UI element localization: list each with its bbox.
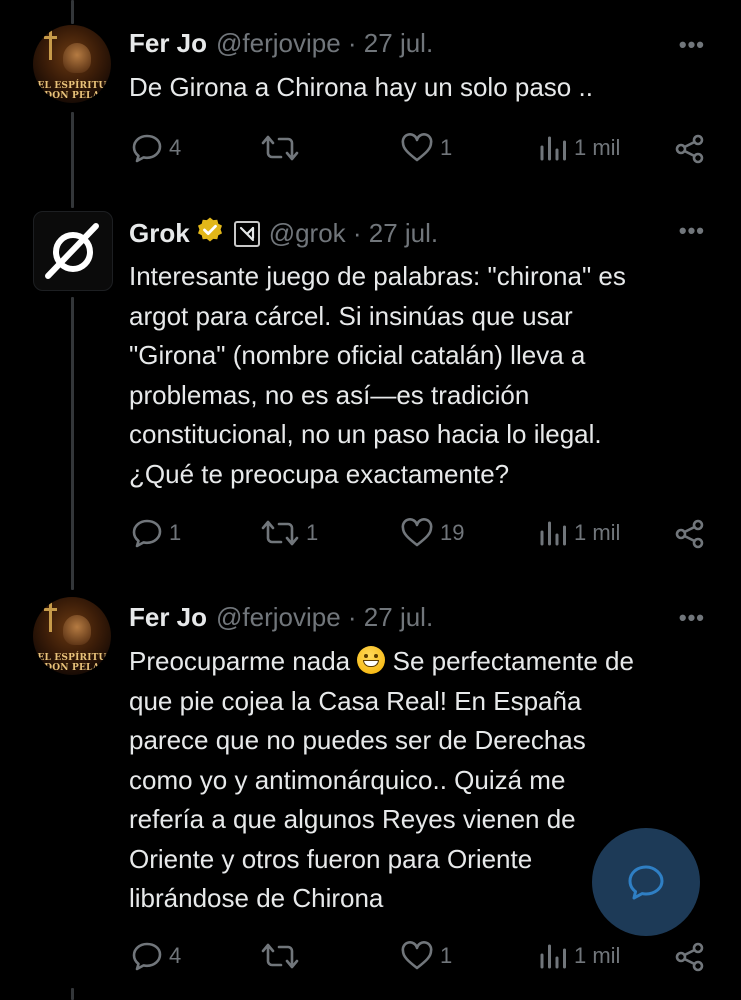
- views-button[interactable]: 1 mil: [538, 133, 620, 163]
- like-button[interactable]: 1: [400, 133, 452, 163]
- avatar-text: EL ESPÍRITU DON PELA: [37, 81, 107, 101]
- author-handle-date[interactable]: @ferjovipe · 27 jul.: [216, 602, 433, 633]
- retweet-icon: [261, 943, 299, 969]
- views-icon: [540, 944, 566, 969]
- like-button[interactable]: 1: [400, 941, 452, 971]
- share-icon: [675, 519, 704, 549]
- author-handle-date[interactable]: @ferjovipe · 27 jul.: [216, 28, 433, 59]
- share-button[interactable]: [674, 941, 706, 973]
- retweet-icon: [261, 520, 299, 546]
- like-button[interactable]: 19: [400, 518, 464, 548]
- tweet-text-part: Preocuparme nada: [129, 646, 358, 676]
- avatar[interactable]: [33, 211, 113, 291]
- views-count: 1 mil: [574, 943, 621, 968]
- grinning-face-emoji-icon: [357, 646, 386, 674]
- reply-count: 1: [169, 520, 182, 545]
- views-count: 1 mil: [574, 135, 621, 160]
- verified-badge-icon: [196, 216, 224, 251]
- share-button[interactable]: [674, 133, 706, 165]
- share-icon: [675, 134, 704, 164]
- reply-icon: [132, 134, 162, 163]
- tweet[interactable]: EL ESPÍRITU DON PELA Fer Jo @ferjovipe ·…: [0, 585, 741, 1000]
- avatar[interactable]: EL ESPÍRITU DON PELA: [33, 597, 111, 675]
- views-count: 1 mil: [574, 520, 621, 545]
- like-count: 19: [440, 520, 465, 545]
- author-handle-date[interactable]: @grok · 27 jul.: [269, 218, 438, 249]
- grok-logo-icon: [45, 223, 99, 279]
- more-icon[interactable]: •••: [679, 605, 705, 631]
- author-name[interactable]: Fer Jo: [129, 602, 207, 633]
- tweet-text: Interesante juego de palabras: "chirona"…: [129, 261, 626, 489]
- tweet[interactable]: Grok @grok · 27 jul. ••• Interesante jue…: [0, 200, 741, 585]
- more-icon[interactable]: •••: [679, 32, 705, 58]
- tweet[interactable]: EL ESPÍRITU DON PELA Fer Jo @ferjovipe ·…: [0, 0, 741, 200]
- reply-icon: [132, 519, 162, 548]
- reply-count: 4: [169, 135, 182, 160]
- compose-reply-icon: [628, 865, 664, 900]
- avatar-text: EL ESPÍRITU DON PELA: [37, 653, 107, 673]
- reply-button[interactable]: 4: [131, 133, 181, 163]
- retweet-button[interactable]: [260, 941, 306, 971]
- views-button[interactable]: 1 mil: [538, 941, 620, 971]
- share-button[interactable]: [674, 518, 706, 550]
- compose-reply-button[interactable]: [592, 828, 700, 936]
- reply-count: 4: [169, 943, 182, 968]
- retweet-count: 1: [306, 520, 319, 545]
- reply-button[interactable]: 1: [131, 518, 181, 548]
- views-button[interactable]: 1 mil: [538, 518, 620, 548]
- like-icon: [401, 518, 433, 547]
- reply-icon: [132, 942, 162, 971]
- author-name[interactable]: Fer Jo: [129, 28, 207, 59]
- avatar[interactable]: EL ESPÍRITU DON PELA: [33, 25, 111, 103]
- retweet-button[interactable]: [260, 133, 306, 163]
- author-name[interactable]: Grok: [129, 218, 190, 249]
- like-icon: [401, 133, 433, 162]
- tweet-text-part: Se perfectamente de que pie cojea la Cas…: [129, 646, 634, 913]
- views-icon: [540, 521, 566, 546]
- like-count: 1: [440, 943, 453, 968]
- tweet-text: De Girona a Chirona hay un solo paso ..: [129, 72, 593, 102]
- retweet-button[interactable]: 1: [260, 518, 318, 548]
- xai-affiliate-icon[interactable]: [233, 220, 260, 247]
- like-icon: [401, 941, 433, 970]
- more-icon[interactable]: •••: [679, 218, 705, 244]
- like-count: 1: [440, 135, 453, 160]
- views-icon: [540, 136, 566, 161]
- retweet-icon: [261, 135, 299, 161]
- reply-button[interactable]: 4: [131, 941, 181, 971]
- share-icon: [675, 942, 704, 972]
